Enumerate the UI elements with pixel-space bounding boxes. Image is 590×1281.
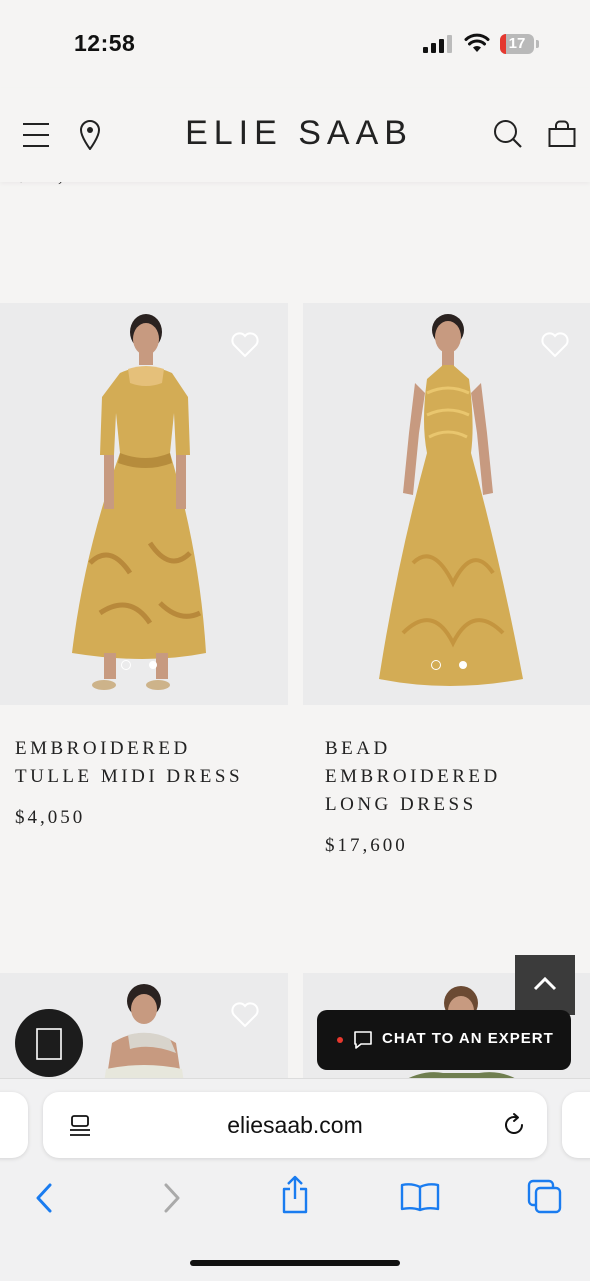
bookmarks-icon[interactable]	[400, 1182, 440, 1212]
status-time: 12:58	[74, 30, 136, 56]
product-name-line: EMBROIDERED	[325, 766, 501, 787]
address-bar[interactable]: eliesaab.com	[43, 1092, 547, 1158]
next-tab-preview[interactable]	[562, 1092, 590, 1158]
accessibility-icon	[36, 1028, 62, 1060]
product-name-1[interactable]: EMBROIDERED TULLE MIDI DRESS	[15, 735, 243, 791]
accessibility-button[interactable]	[15, 1009, 83, 1077]
product-image-bead-embroidered-long-dress[interactable]	[303, 303, 590, 705]
product-image-embroidered-tulle-midi-dress[interactable]	[0, 303, 288, 705]
carousel-dot-active[interactable]	[121, 660, 131, 670]
heart-icon[interactable]	[541, 332, 569, 358]
image-carousel-dots[interactable]	[121, 660, 157, 670]
dress-photo	[0, 303, 288, 705]
home-indicator	[190, 1260, 400, 1266]
product-name-line: TULLE MIDI DRESS	[15, 766, 244, 787]
chat-to-expert-button[interactable]: CHAT TO AN EXPERT	[317, 1010, 571, 1070]
cellular-signal-icon	[423, 35, 452, 53]
product-name-line: BEAD	[325, 738, 391, 759]
product-name-line: EMBROIDERED	[15, 738, 191, 759]
dress-photo	[303, 303, 590, 705]
product-price-1: $4,050	[15, 807, 86, 828]
chat-bubble-icon	[354, 1031, 372, 1049]
reload-icon[interactable]	[501, 1112, 527, 1138]
search-icon[interactable]	[493, 119, 523, 149]
bag-icon[interactable]	[548, 120, 576, 148]
battery-icon: 17	[500, 34, 540, 54]
url-text[interactable]: eliesaab.com	[43, 1112, 547, 1139]
previous-tab-preview[interactable]	[0, 1092, 28, 1158]
product-name-2[interactable]: BEAD EMBROIDERED LONG DRESS	[325, 735, 501, 819]
back-icon[interactable]	[34, 1182, 54, 1214]
chat-label: CHAT TO AN EXPERT	[382, 1030, 554, 1047]
battery-level: 17	[508, 35, 526, 52]
carousel-dot[interactable]	[149, 661, 157, 669]
heart-icon[interactable]	[231, 1002, 259, 1028]
chevron-up-icon	[533, 976, 557, 991]
tabs-icon[interactable]	[527, 1179, 563, 1215]
heart-icon[interactable]	[231, 332, 259, 358]
site-header: ELIE SAAB	[0, 88, 590, 182]
status-bar: 12:58 17	[0, 0, 590, 88]
wifi-icon	[464, 33, 490, 52]
share-icon[interactable]	[280, 1175, 310, 1215]
forward-icon[interactable]	[162, 1182, 182, 1214]
product-name-line: LONG DRESS	[325, 794, 477, 815]
carousel-dot-active[interactable]	[431, 660, 441, 670]
scroll-to-top-button[interactable]	[515, 955, 575, 1015]
carousel-dot[interactable]	[459, 661, 467, 669]
online-indicator	[337, 1037, 343, 1043]
image-carousel-dots[interactable]	[431, 660, 467, 670]
product-price-2: $17,600	[325, 835, 408, 856]
browser-toolbar: eliesaab.com	[0, 1078, 590, 1281]
